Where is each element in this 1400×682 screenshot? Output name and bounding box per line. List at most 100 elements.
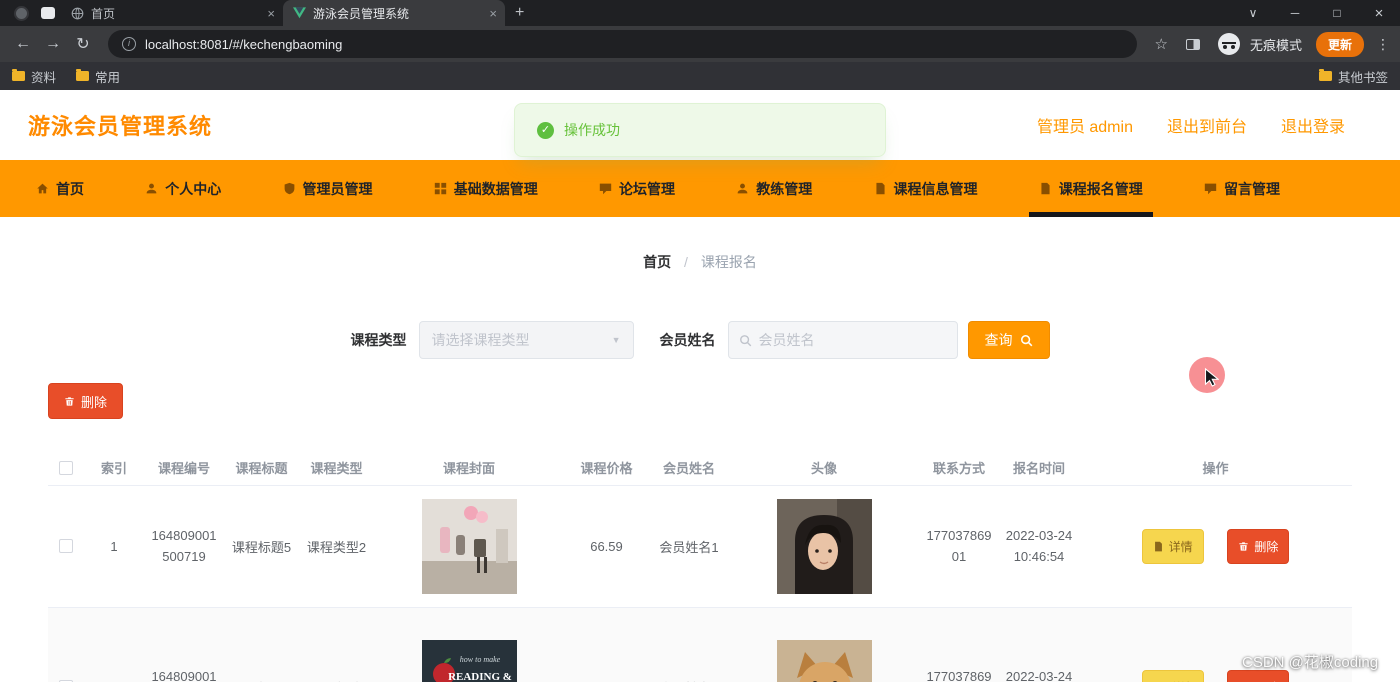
detail-button[interactable]: 详情 [1141,528,1204,564]
forward-icon[interactable]: → [40,35,66,53]
bookmark-star-icon[interactable]: ☆ [1155,35,1168,53]
course-cover-image [421,498,517,594]
detail-button-label: 详情 [1168,539,1193,554]
reload-icon[interactable]: ↻ [70,34,96,54]
shield-icon [284,182,294,195]
browser-tab-app[interactable]: 游泳会员管理系统 × [283,0,505,26]
delete-row-button[interactable]: 删除 [1227,528,1290,564]
maximize-icon[interactable]: □ [1316,6,1358,20]
browser-menu-icon[interactable]: ⋮ [1376,36,1390,53]
logout-link[interactable]: 退出登录 [1281,113,1345,137]
table-header-row: 索引 课程编号 课程标题 课程类型 课程封面 课程价格 会员姓名 头像 联系方式… [48,451,1352,486]
nav-item-coach-management[interactable]: 教练管理 [726,160,822,217]
cell-course-no: 16480900150071 [144,607,224,682]
breadcrumb-separator: / [684,254,688,270]
breadcrumb-current: 课程报名 [700,254,757,270]
nav-item-course-info-management[interactable]: 课程信息管理 [864,160,988,217]
folder-icon [76,69,90,81]
new-tab-button[interactable]: + [515,4,524,22]
user-icon [737,183,748,194]
tab-list-chevron-icon[interactable]: ∨ [1232,6,1274,20]
delete-selected-button[interactable]: 删除 [48,383,124,419]
row-checkbox[interactable] [59,539,73,553]
cell-course-no: 164809001500719 [144,485,224,608]
column-header: 头像 [729,451,919,486]
nav-item-home[interactable]: 首页 [26,160,94,217]
nav-item-admin-management[interactable]: 管理员管理 [273,160,383,217]
main-nav: 首页 个人中心 管理员管理 基础数据管理 论坛管理 教练管理 课程信息管理 课程… [0,160,1400,217]
cell-price: 66.59 [564,485,649,608]
nav-item-base-data-management[interactable]: 基础数据管理 [424,160,548,217]
breadcrumb-home[interactable]: 首页 [643,254,671,270]
app-title: 游泳会员管理系统 [28,114,213,139]
member-name-input-wrap [727,321,958,359]
other-bookmarks[interactable]: 其他书签 [1318,67,1388,86]
user-icon [146,183,157,194]
browser-tab-home[interactable]: 首页 × [61,0,283,26]
table-row: 2 16480900150071 课程标题4 课程类型2 how to make… [48,607,1352,682]
url-text[interactable]: localhost:8081/#/kechengbaoming [145,37,342,52]
side-panel-icon[interactable] [1185,38,1200,50]
vue-logo-icon [293,7,306,19]
cell-index: 2 [84,607,144,682]
select-all-checkbox[interactable] [59,460,73,475]
cell-course-type: 课程类型2 [299,485,374,608]
chat-icon [599,183,612,195]
home-icon [37,183,48,194]
close-icon[interactable]: × [267,6,275,21]
browser-update-button[interactable]: 更新 [1315,31,1364,57]
admin-user-link[interactable]: 管理员 admin [1037,113,1133,137]
member-name-input[interactable] [758,332,947,348]
cell-member-name: 会员姓名1 [649,485,729,608]
document-icon [1154,541,1162,551]
browser-toolbar: ← → ↻ i localhost:8081/#/kechengbaoming … [0,26,1400,62]
svg-text:how to make: how to make [459,655,500,664]
nav-item-message-management[interactable]: 留言管理 [1194,160,1290,217]
column-header: 联系方式 [919,451,999,486]
exit-to-front-link[interactable]: 退出到前台 [1167,113,1247,137]
search-button[interactable]: 查询 [967,321,1050,359]
pinned-app-icon[interactable] [41,7,55,19]
toast-message: 操作成功 [564,122,620,138]
cell-course-title: 课程标题4 [224,607,299,682]
breadcrumb: 首页 / 课程报名 [0,217,1400,272]
search-icon [739,334,751,346]
member-avatar-image [776,498,872,594]
cell-phone: 17703786902 [919,607,999,682]
other-bookmarks-label: 其他书签 [1337,70,1388,85]
nav-label: 教练管理 [756,180,813,197]
site-info-icon[interactable]: i [122,37,136,51]
bookmark-label: 常用 [95,70,121,85]
search-button-label: 查询 [984,332,1013,348]
course-type-select[interactable]: 请选择课程类型 ▼ [418,321,634,359]
detail-button[interactable]: 详情 [1141,669,1204,682]
nav-label: 论坛管理 [619,180,675,197]
back-icon[interactable]: ← [10,35,36,53]
nav-label: 个人中心 [165,180,222,197]
delete-button-label: 删除 [81,394,108,410]
nav-item-course-signup-management[interactable]: 课程报名管理 [1028,160,1153,217]
nav-label: 课程报名管理 [1058,180,1143,197]
cell-member-name: 会员姓名2 [649,607,729,682]
cell-course-type: 课程类型2 [299,607,374,682]
nav-item-forum-management[interactable]: 论坛管理 [589,160,685,217]
address-bar[interactable]: i localhost:8081/#/kechengbaoming [108,30,1137,58]
close-icon[interactable]: × [489,6,497,21]
bookmark-folder[interactable]: 常用 [76,67,120,86]
incognito-icon [1217,33,1240,55]
column-header: 课程编号 [144,451,224,486]
minimize-icon[interactable]: ─ [1274,6,1316,20]
nav-label: 留言管理 [1224,180,1280,197]
browser-profile-icon[interactable] [14,5,29,21]
bookmark-folder[interactable]: 资料 [12,67,56,86]
window-close-icon[interactable]: × [1358,5,1400,22]
cell-price: 183.62 [564,607,649,682]
nav-label: 课程信息管理 [893,180,978,197]
tab-title: 游泳会员管理系统 [313,6,410,21]
nav-item-personal-center[interactable]: 个人中心 [135,160,231,217]
cell-signup-time: 2022-03-24 10:4 [999,607,1079,682]
folder-icon [12,69,25,81]
watermark: CSDN @花椒coding [1242,654,1379,671]
screen: 首页 × 游泳会员管理系统 × + ∨ ─ □ × ← → ↻ i localh… [0,0,1400,682]
header-links: 管理员 admin 退出到前台 退出登录 [1037,113,1345,137]
